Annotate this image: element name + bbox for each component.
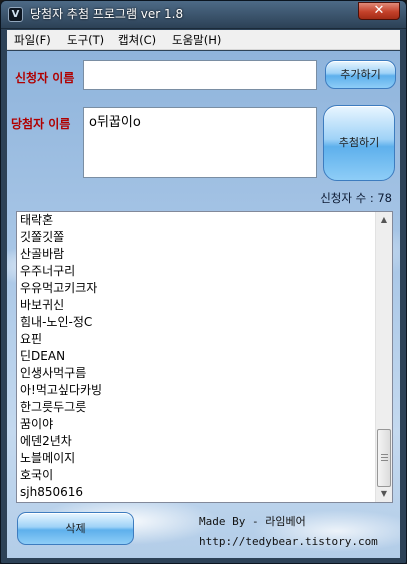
list-item[interactable]: 산골바람 bbox=[17, 246, 375, 263]
winner-name-field[interactable]: o뒤꿉이o bbox=[83, 107, 317, 178]
list-item[interactable]: 바보귀신 bbox=[17, 297, 375, 314]
winner-name-text: o뒤꿉이o bbox=[89, 115, 141, 130]
close-button[interactable]: ✕ bbox=[358, 2, 400, 20]
list-item[interactable]: 우유먹고키크자 bbox=[17, 280, 375, 297]
list-item[interactable]: 꿈이야 bbox=[17, 416, 375, 433]
applicant-list[interactable]: 태락혼 깃쫄깃쫄 산골바람 우주너구리 우유먹고키크자 바보귀신 힘내-노인-정… bbox=[16, 211, 393, 503]
list-item[interactable]: 딘DEAN bbox=[17, 348, 375, 365]
draw-button[interactable]: 추첨하기 bbox=[323, 105, 395, 181]
list-item[interactable]: 요핀 bbox=[17, 331, 375, 348]
list-item[interactable]: 아!먹고싶다카빙 bbox=[17, 382, 375, 399]
list-item[interactable]: 인생사먹구름 bbox=[17, 365, 375, 382]
scroll-up-icon[interactable]: ▲ bbox=[376, 212, 392, 228]
applicant-count: 신청자 수 : 78 bbox=[320, 191, 392, 205]
list-item[interactable]: 한그릇두그릇 bbox=[17, 399, 375, 416]
add-button[interactable]: 추가하기 bbox=[325, 60, 396, 89]
scrollbar-thumb[interactable] bbox=[377, 429, 391, 487]
main-panel: 신청자 이름 추가하기 당첨자 이름 o뒤꿉이o 추첨하기 신청자 수 : 78… bbox=[7, 51, 400, 558]
delete-button[interactable]: 삭제 bbox=[17, 512, 134, 545]
list-items: 태락혼 깃쫄깃쫄 산골바람 우주너구리 우유먹고키크자 바보귀신 힘내-노인-정… bbox=[17, 212, 375, 502]
list-item[interactable]: 깃쫄깃쫄 bbox=[17, 229, 375, 246]
winner-name-label: 당첨자 이름 bbox=[11, 117, 71, 131]
list-item[interactable]: 태락혼 bbox=[17, 212, 375, 229]
title-bar[interactable]: V 당첨자 추첨 프로그램 ver 1.8 ✕ bbox=[1, 1, 406, 29]
menu-file[interactable]: 파일(F) bbox=[14, 32, 51, 48]
list-item[interactable]: 우주너구리 bbox=[17, 263, 375, 280]
made-by-credit: Made By - 라임베어 bbox=[199, 515, 306, 528]
list-item[interactable]: sjh850616 bbox=[17, 484, 375, 501]
menu-bar: 파일(F) 도구(T) 캡쳐(C) 도움말(H) bbox=[7, 30, 400, 50]
list-scrollbar[interactable]: ▲ ▼ bbox=[375, 212, 392, 502]
applicant-name-input[interactable] bbox=[83, 60, 317, 90]
app-icon[interactable]: V bbox=[8, 7, 23, 22]
scroll-down-icon[interactable]: ▼ bbox=[376, 486, 392, 502]
list-item[interactable]: 힘내-노인-정C bbox=[17, 314, 375, 331]
menu-help[interactable]: 도움말(H) bbox=[172, 32, 221, 48]
menu-tools[interactable]: 도구(T) bbox=[67, 32, 104, 48]
menu-capture[interactable]: 캡쳐(C) bbox=[118, 32, 156, 48]
window-title: 당첨자 추첨 프로그램 ver 1.8 bbox=[30, 7, 184, 21]
author-url[interactable]: http://tedybear.tistory.com bbox=[199, 535, 378, 548]
list-item[interactable]: 호국이 bbox=[17, 467, 375, 484]
list-item[interactable]: 노블메이지 bbox=[17, 450, 375, 467]
applicant-name-label: 신청자 이름 bbox=[15, 71, 75, 85]
list-item[interactable]: 에덴2년차 bbox=[17, 433, 375, 450]
app-window: V 당첨자 추첨 프로그램 ver 1.8 ✕ 파일(F) 도구(T) 캡쳐(C… bbox=[0, 0, 407, 564]
